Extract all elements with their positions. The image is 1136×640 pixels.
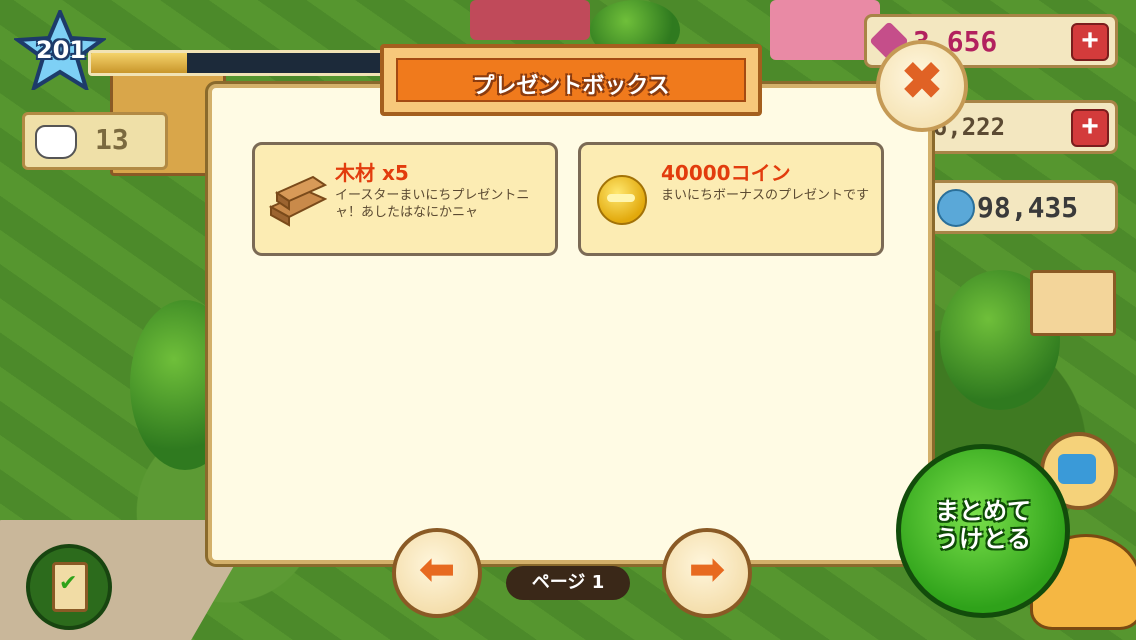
cat-coin-panel: 98,435: [928, 180, 1118, 234]
building-roof: [470, 0, 590, 40]
clipboard-icon: ✔: [52, 562, 88, 612]
present-item-card[interactable]: 木材 x5 イースターまいにちプレゼントニャ！あしたはなにかニャ: [252, 142, 558, 256]
gift-box: [1030, 270, 1116, 336]
cat-coin-count: 98,435: [977, 191, 1079, 224]
item-description: イースターまいにちプレゼントニャ！あしたはなにかニャ: [335, 188, 530, 220]
cat-coin-icon: [937, 189, 975, 227]
dialog-title: プレゼントボックス: [472, 74, 670, 99]
add-gems-button[interactable]: +: [1071, 23, 1109, 61]
arrow-right-icon: ➡: [688, 544, 726, 595]
dialog-title-plate: プレゼントボックス: [380, 44, 762, 116]
camera-icon: [1058, 454, 1096, 484]
item-title: 木材 x5: [335, 161, 409, 185]
xp-bar: [88, 50, 384, 76]
item-description: まいにちボーナスのプレゼントです: [661, 188, 870, 203]
item-title: 40000コイン: [661, 161, 791, 185]
collect-all-button[interactable]: まとめて うけとる: [896, 444, 1070, 618]
xp-fill: [91, 53, 187, 73]
close-button[interactable]: ✖: [876, 40, 968, 132]
close-icon: ✖: [901, 53, 943, 109]
cat-count-panel[interactable]: 13: [22, 112, 168, 170]
player-level: 201: [35, 36, 87, 64]
gold-coin-icon: [597, 175, 647, 225]
page-indicator: ページ 1: [506, 566, 630, 600]
collect-all-label: まとめて うけとる: [935, 497, 1031, 553]
quest-button[interactable]: ✔: [26, 544, 112, 630]
next-page-button[interactable]: ➡: [662, 528, 752, 618]
present-item-card[interactable]: 40000コイン まいにちボーナスのプレゼントです: [578, 142, 884, 256]
wood-planks-icon: [268, 175, 327, 227]
previous-page-button[interactable]: ⬅: [392, 528, 482, 618]
cat-count: 13: [95, 123, 129, 156]
arrow-left-icon: ⬅: [418, 544, 456, 595]
cat-icon: [35, 125, 77, 159]
add-gold-button[interactable]: +: [1071, 109, 1109, 147]
